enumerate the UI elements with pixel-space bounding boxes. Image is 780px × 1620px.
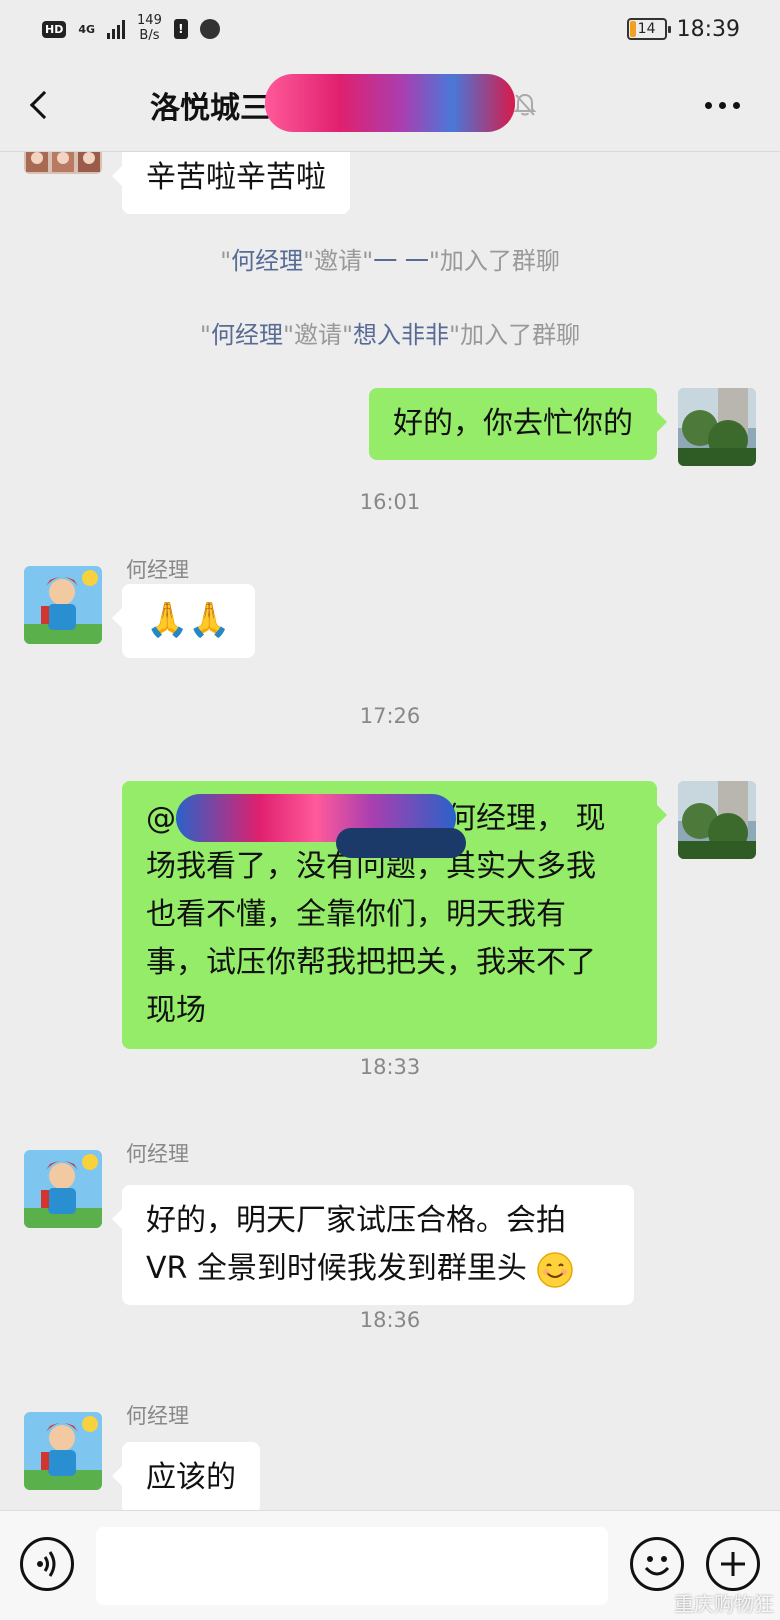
message-list[interactable]: 辛苦啦辛苦啦 "何经理"邀请"一 一"加入了群聊 "何经理"邀请"想入非非"加入… xyxy=(0,152,780,1510)
message-text: 辛苦啦辛苦啦 xyxy=(146,160,326,195)
inviter-link[interactable]: 何经理 xyxy=(231,247,303,275)
more-button[interactable] xyxy=(705,58,740,152)
status-left: HD 4G 149 B/s ! xyxy=(42,13,220,44)
plus-icon xyxy=(721,1552,745,1576)
system-notice: "何经理"邀请"一 一"加入了群聊 xyxy=(220,247,560,275)
sender-name: 何经理 xyxy=(126,1404,189,1428)
status-right: 14 18:39 xyxy=(626,16,740,42)
back-button[interactable] xyxy=(0,58,80,152)
more-actions-button[interactable] xyxy=(706,1537,760,1591)
message-line: 现场 xyxy=(146,993,206,1028)
system-notice: "何经理"邀请"想入非非"加入了群聊 xyxy=(199,321,581,349)
self-avatar[interactable] xyxy=(678,388,756,466)
timestamp: 18:33 xyxy=(359,1055,421,1079)
message-text: 🙏🙏 xyxy=(146,600,231,640)
message-bubble-self[interactable]: 好的，你去忙你的 xyxy=(369,388,667,460)
mute-icon xyxy=(512,92,538,118)
speed-value: 149 xyxy=(137,13,162,29)
inviter-link[interactable]: 何经理 xyxy=(211,321,283,349)
self-avatar[interactable] xyxy=(678,781,756,859)
message-text: 好的，你去忙你的 xyxy=(393,406,633,441)
speed-unit: B/s xyxy=(139,28,160,43)
voice-icon xyxy=(37,1551,56,1577)
alert-icon: ! xyxy=(173,19,188,39)
message-line: VR 全景到时候我发到群里头 xyxy=(146,1245,610,1293)
clock: 18:39 xyxy=(676,16,740,42)
battery-icon: 14 xyxy=(626,18,671,40)
sender-avatar[interactable] xyxy=(24,1150,102,1228)
input-bar xyxy=(0,1510,780,1620)
audio-icon xyxy=(199,19,220,39)
network-speed: 149 B/s xyxy=(137,13,162,44)
message-bubble[interactable]: 🙏🙏 xyxy=(112,584,255,658)
timestamp: 16:01 xyxy=(359,490,421,514)
timestamp: 17:26 xyxy=(359,704,421,728)
battery-percent: 14 xyxy=(637,21,656,37)
redaction-mark xyxy=(336,828,466,858)
signal-icon xyxy=(107,19,126,39)
more-icon xyxy=(705,101,712,109)
smile-emoji-icon xyxy=(537,1251,574,1288)
network-type: 4G xyxy=(78,22,96,36)
voice-button[interactable] xyxy=(20,1537,74,1591)
sender-name: 何经理 xyxy=(126,1142,189,1166)
redaction-mark xyxy=(265,74,515,132)
message-text: 应该的 xyxy=(146,1460,236,1495)
group-photo-avatar[interactable] xyxy=(24,152,102,174)
invitee-link[interactable]: 一 一 xyxy=(373,247,429,275)
message-input[interactable] xyxy=(96,1527,608,1605)
hd-badge: HD xyxy=(42,20,67,38)
message-bubble[interactable]: 应该的 xyxy=(112,1442,260,1510)
watermark: 重庆购物狂 xyxy=(674,1592,774,1616)
invitee-link[interactable]: 想入非非 xyxy=(353,321,449,349)
emoji-button[interactable] xyxy=(630,1537,684,1591)
sender-avatar[interactable] xyxy=(24,1412,102,1490)
status-bar: HD 4G 149 B/s ! 14 18:39 xyxy=(0,0,780,58)
back-icon xyxy=(29,90,59,119)
message-line: 好的，明天厂家试压合格。会拍 xyxy=(146,1203,566,1238)
message-line: 也看不懂，全靠你们，明天我有 xyxy=(146,897,566,932)
message-bubble[interactable]: 辛苦啦辛苦啦 xyxy=(112,152,350,214)
sender-name: 何经理 xyxy=(126,558,189,582)
message-bubble[interactable]: 好的，明天厂家试压合格。会拍 VR 全景到时候我发到群里头 xyxy=(112,1185,634,1305)
sender-avatar[interactable] xyxy=(24,566,102,644)
message-line: 事，试压你帮我把把关，我来不了 xyxy=(146,945,596,980)
timestamp: 18:36 xyxy=(359,1308,421,1332)
emoji-icon xyxy=(644,1556,670,1576)
